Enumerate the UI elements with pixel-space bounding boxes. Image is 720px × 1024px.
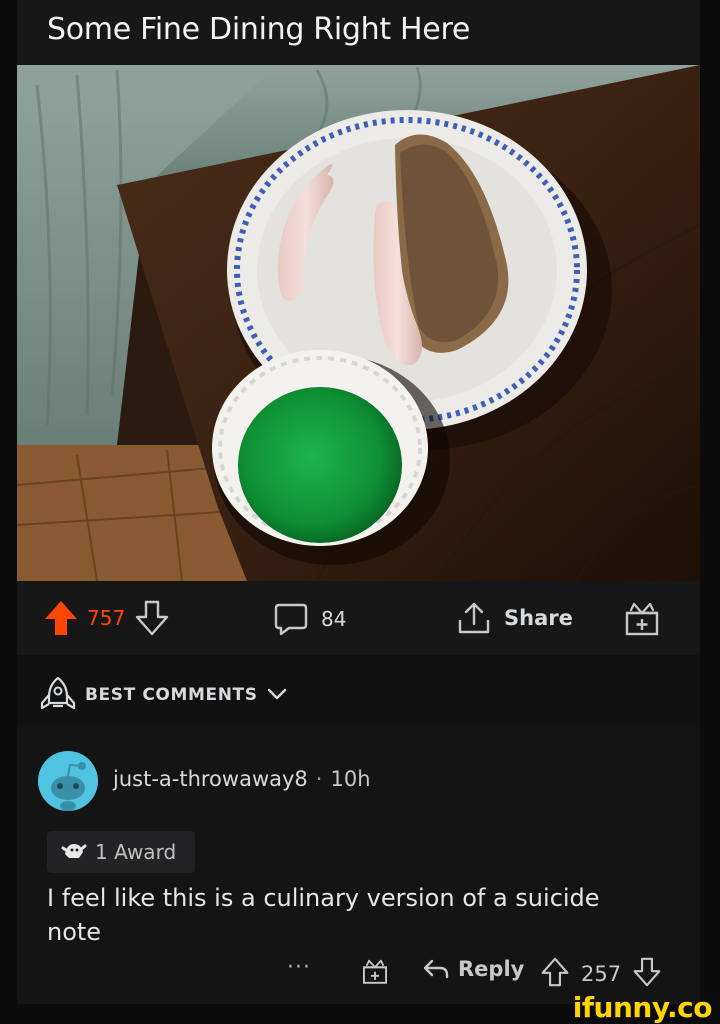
comment: just-a-throwaway8 · 10h 1 Award I feel lik… (17, 727, 700, 1004)
comment-bubble-icon (273, 601, 309, 637)
award-text: 1 Award (95, 840, 177, 864)
share-icon (456, 600, 492, 636)
rocket-icon (39, 675, 77, 715)
wholesome-award-icon (61, 838, 87, 866)
gift-icon (623, 599, 661, 637)
vote-count: 757 (87, 606, 126, 630)
comment-upvote-icon[interactable] (541, 957, 569, 991)
comments-button[interactable]: 84 (273, 601, 346, 637)
comment-downvote-icon[interactable] (633, 957, 661, 991)
comment-sort-bar[interactable]: BEST COMMENTS (17, 655, 700, 727)
meta-separator: · (315, 767, 323, 791)
comments-count: 84 (321, 607, 347, 631)
post-image[interactable] (17, 65, 700, 581)
comment-gift-button[interactable] (361, 957, 389, 985)
comment-body: I feel like this is a culinary version o… (47, 884, 600, 946)
post-action-bar: 757 84 Share (17, 581, 700, 655)
reply-button[interactable]: Reply (422, 957, 524, 981)
comment-username[interactable]: just-a-throwaway8 (113, 767, 308, 791)
comment-vote-count: 257 (581, 962, 622, 986)
award-badge[interactable]: 1 Award (47, 831, 195, 873)
gift-icon (362, 959, 388, 984)
comment-vote-group: 257 (541, 957, 661, 991)
reply-arrow-icon (423, 959, 449, 979)
chevron-down-icon (266, 686, 288, 705)
vote-group: 757 (43, 599, 169, 637)
avatar[interactable] (38, 751, 98, 811)
share-button[interactable]: Share (456, 600, 573, 636)
upvote-arrow-icon[interactable] (43, 599, 79, 637)
post-card: Some Fine Dining Right Here 757 84 Share (17, 0, 700, 655)
comment-meta: just-a-throwaway8 · 10h (113, 767, 371, 791)
sort-label: BEST COMMENTS (85, 685, 258, 705)
ifunny-watermark: ifunny.co (572, 991, 713, 1024)
comment-action-bar: ··· Reply 257 (17, 955, 700, 995)
reply-label: Reply (458, 957, 525, 981)
comment-timestamp: 10h (330, 767, 371, 791)
share-label: Share (504, 606, 573, 630)
award-gift-button[interactable] (623, 599, 661, 637)
more-options-button[interactable]: ··· (287, 955, 311, 980)
post-title[interactable]: Some Fine Dining Right Here (47, 12, 470, 47)
downvote-arrow-icon[interactable] (135, 600, 169, 636)
